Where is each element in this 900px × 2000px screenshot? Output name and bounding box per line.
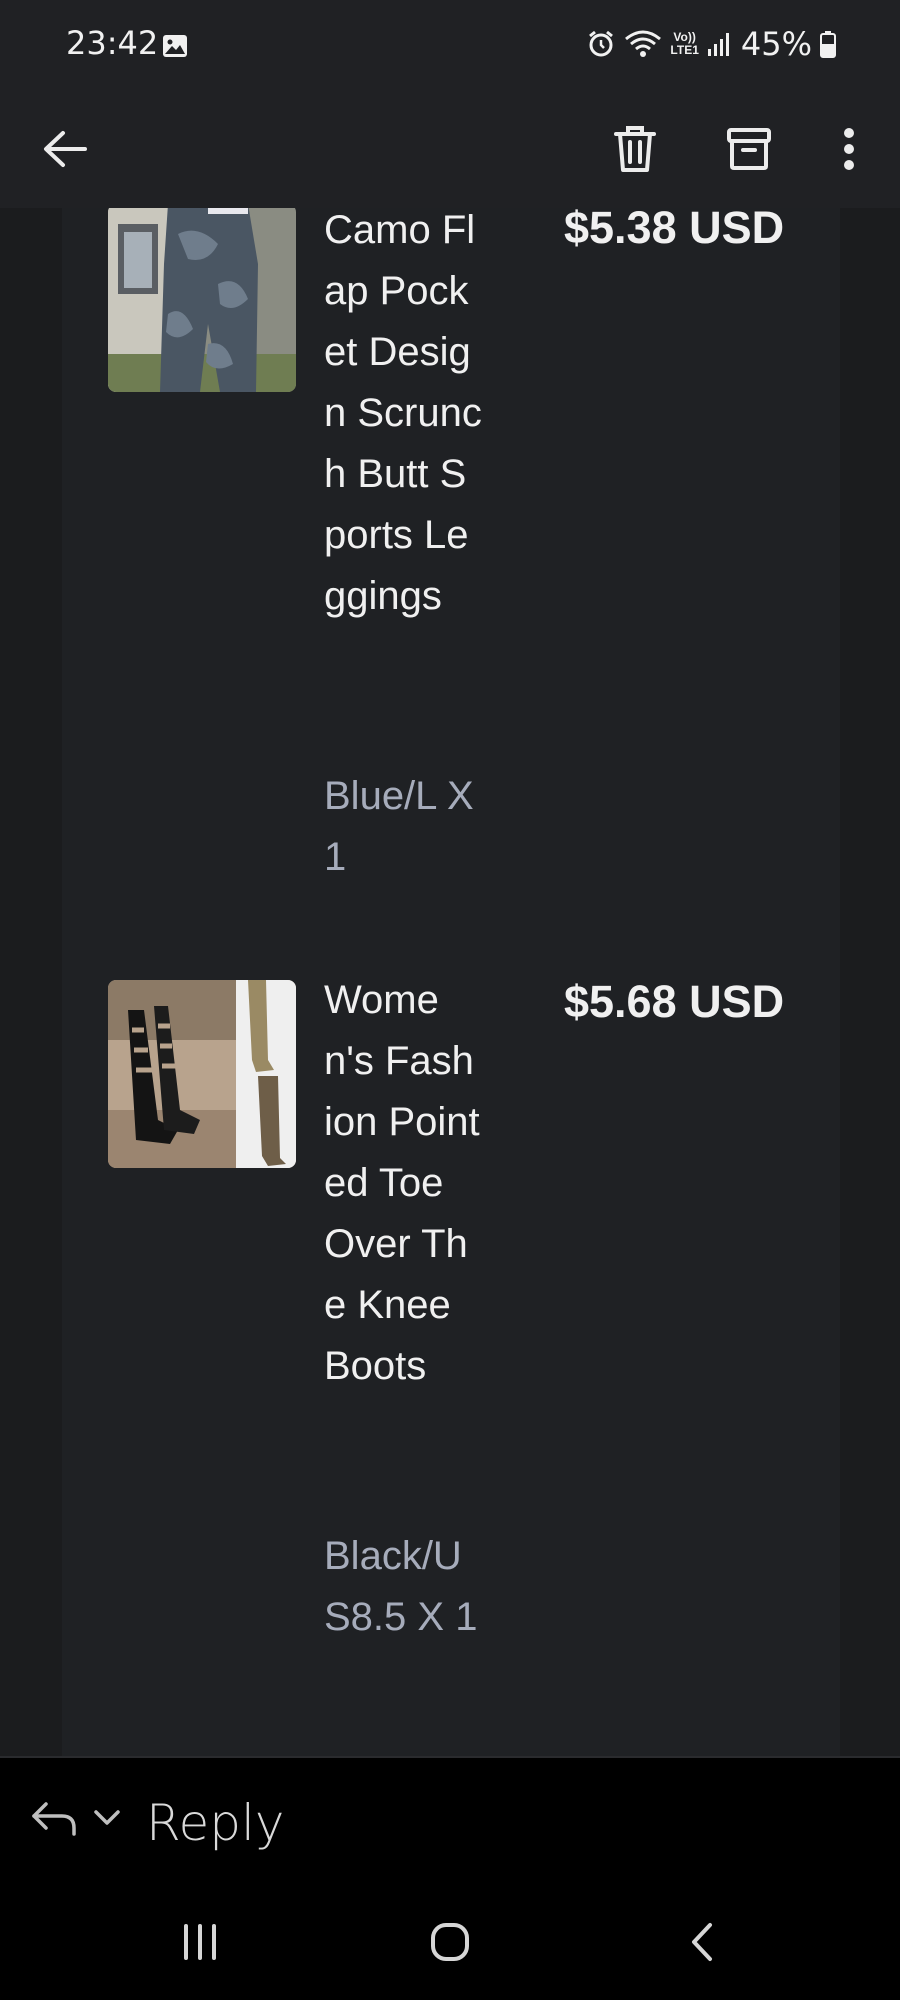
signal-icon (707, 33, 729, 56)
archive-icon (727, 128, 771, 170)
back-icon (692, 1923, 712, 1961)
status-icons: Vo)) LTE1 45% (586, 22, 836, 66)
reply-button[interactable]: Reply (146, 1794, 284, 1852)
chevron-down-icon[interactable] (92, 1806, 122, 1830)
gallery-icon (163, 35, 187, 57)
boots-image (108, 980, 296, 1168)
status-time: 23:42 (66, 24, 159, 62)
product-image-boots[interactable] (108, 980, 296, 1168)
email-body[interactable]: Camo Flap Pocket Design Scrunch Butt Spo… (0, 208, 900, 1756)
reply-bar: Reply (0, 1756, 900, 1878)
leggings-image (108, 208, 296, 392)
battery-percent: 45% (740, 25, 812, 63)
archive-button[interactable] (712, 112, 786, 186)
volte-icon: Vo)) LTE1 (670, 30, 699, 57)
app-bar (0, 90, 900, 208)
delete-icon (614, 126, 656, 172)
product-price: $5.68 USD (564, 976, 785, 1027)
battery-icon (820, 31, 836, 58)
nav-back-button[interactable] (672, 1912, 732, 1972)
recents-button[interactable] (170, 1912, 230, 1972)
status-bar: 23:42 Vo)) LTE1 45% (0, 0, 900, 90)
product-title: Women's Fashion Pointed Toe Over The Kne… (324, 978, 480, 1388)
product-variant: Blue/L X 1 (324, 774, 474, 879)
product-title: Camo Flap Pocket Design Scrunch Butt Spo… (324, 208, 482, 618)
alarm-icon (589, 30, 614, 57)
recents-icon (184, 1924, 216, 1960)
order-card: Camo Flap Pocket Design Scrunch Butt Spo… (62, 208, 840, 1756)
system-nav-bar (0, 1878, 900, 2000)
home-button[interactable] (420, 1912, 480, 1972)
back-arrow-icon (44, 131, 87, 167)
wifi-icon (625, 30, 662, 57)
more-options-button[interactable] (812, 112, 886, 186)
product-variant: Black/US8.5 X 1 (324, 1534, 478, 1639)
home-icon (431, 1923, 469, 1961)
product-image-leggings[interactable] (108, 208, 296, 392)
reply-arrow-icon[interactable] (30, 1798, 78, 1838)
product-price: $5.38 USD (564, 208, 785, 253)
back-button[interactable] (28, 112, 102, 186)
delete-button[interactable] (598, 112, 672, 186)
more-vert-icon (844, 128, 854, 170)
